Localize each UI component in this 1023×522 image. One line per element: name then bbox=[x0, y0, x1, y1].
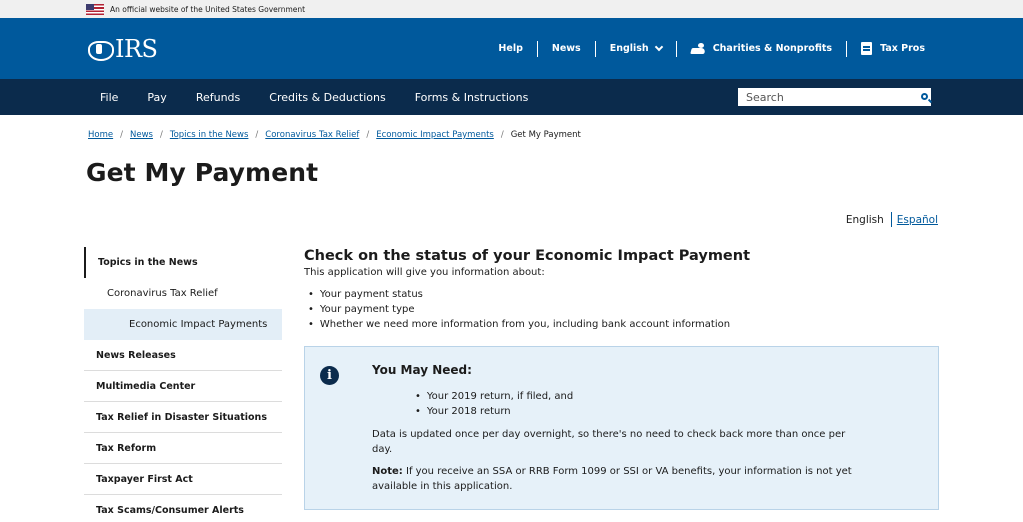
breadcrumb-home[interactable]: Home bbox=[88, 130, 113, 140]
content-heading: Check on the status of your Economic Imp… bbox=[304, 248, 751, 264]
list-item: Your payment status bbox=[304, 287, 938, 302]
sidebar-nav: Topics in the News Coronavirus Tax Relie… bbox=[84, 247, 282, 522]
main-content: Check on the status of your Economic Imp… bbox=[304, 248, 938, 332]
divider bbox=[890, 212, 892, 227]
sidebar-item-tax-relief-disaster[interactable]: Tax Relief in Disaster Situations bbox=[84, 402, 282, 433]
content-intro: This application will give you informati… bbox=[304, 267, 545, 278]
divider bbox=[675, 40, 677, 57]
irs-logo[interactable]: IRS bbox=[86, 35, 158, 63]
nav-credits-deductions[interactable]: Credits & Deductions bbox=[269, 91, 385, 104]
alert-list: Your 2019 return, if filed, and Your 201… bbox=[415, 389, 573, 419]
nav-forms-instructions[interactable]: Forms & Instructions bbox=[415, 91, 529, 104]
breadcrumb-separator: / bbox=[255, 130, 259, 140]
gov-banner: An official website of the United States… bbox=[0, 0, 1023, 18]
search-input[interactable] bbox=[746, 90, 916, 104]
help-link[interactable]: Help bbox=[498, 43, 522, 54]
sidebar-item-multimedia-center[interactable]: Multimedia Center bbox=[84, 371, 282, 402]
sidebar-item-tax-scams[interactable]: Tax Scams/Consumer Alerts bbox=[84, 495, 282, 522]
sidebar-item-news-releases[interactable]: News Releases bbox=[84, 340, 282, 371]
info-icon: i bbox=[320, 366, 339, 385]
breadcrumb-news[interactable]: News bbox=[130, 130, 153, 140]
nav-file[interactable]: File bbox=[100, 91, 118, 104]
breadcrumb-topics[interactable]: Topics in the News bbox=[170, 130, 249, 140]
breadcrumb-separator: / bbox=[120, 130, 123, 140]
breadcrumb-separator: / bbox=[366, 130, 370, 140]
breadcrumb: Home / News / Topics in the News / Coron… bbox=[88, 130, 581, 140]
logo-text: IRS bbox=[115, 34, 158, 63]
breadcrumb-coronavirus[interactable]: Coronavirus Tax Relief bbox=[265, 130, 359, 140]
divider bbox=[536, 40, 538, 57]
chevron-down-icon bbox=[654, 42, 663, 52]
info-list: Your payment status Your payment type Wh… bbox=[304, 287, 938, 332]
language-spanish-link[interactable]: Español bbox=[897, 214, 938, 226]
sidebar-item-topics-in-the-news[interactable]: Topics in the News bbox=[84, 247, 282, 278]
alert-title: You May Need: bbox=[372, 363, 472, 377]
note-label: Note: bbox=[372, 466, 403, 477]
tax-pros-link[interactable]: Tax Pros bbox=[861, 42, 925, 55]
list-item: Whether we need more information from yo… bbox=[304, 317, 938, 332]
alert-paragraph: Data is updated once per day overnight, … bbox=[372, 429, 846, 455]
heart-hand-icon bbox=[691, 43, 705, 54]
document-icon bbox=[861, 42, 873, 55]
sidebar-item-coronavirus-tax-relief[interactable]: Coronavirus Tax Relief bbox=[84, 278, 282, 309]
charities-link[interactable]: Charities & Nonprofits bbox=[691, 43, 832, 54]
sidebar-item-taxpayer-first-act[interactable]: Taxpayer First Act bbox=[84, 464, 282, 495]
search-box bbox=[738, 88, 931, 106]
info-alert-box: i You May Need: Your 2019 return, if fil… bbox=[304, 346, 939, 510]
us-flag-icon bbox=[86, 3, 104, 15]
divider bbox=[846, 40, 848, 57]
breadcrumb-eip[interactable]: Economic Impact Payments bbox=[376, 130, 494, 140]
tax-pros-label: Tax Pros bbox=[880, 43, 925, 54]
nav-pay[interactable]: Pay bbox=[147, 91, 166, 104]
list-item: Your payment type bbox=[304, 302, 938, 317]
nav-refunds[interactable]: Refunds bbox=[196, 91, 240, 104]
charities-label: Charities & Nonprofits bbox=[712, 43, 833, 54]
search-icon[interactable] bbox=[921, 93, 928, 100]
utility-nav: Help News English Charities & Nonprofits… bbox=[498, 18, 925, 79]
breadcrumb-separator: / bbox=[500, 130, 504, 140]
sidebar-item-economic-impact-payments[interactable]: Economic Impact Payments bbox=[84, 309, 282, 340]
gov-banner-text: An official website of the United States… bbox=[110, 4, 306, 14]
site-header: IRS Help News English Charities & Nonpro… bbox=[0, 18, 1023, 79]
breadcrumb-current: Get My Payment bbox=[510, 130, 581, 140]
list-item: Your 2018 return bbox=[415, 404, 573, 419]
alert-note: Note: If you receive an SSA or RRB Form … bbox=[372, 464, 862, 494]
eagle-icon bbox=[86, 38, 114, 61]
language-toggle: English Español bbox=[846, 212, 938, 227]
language-english: English bbox=[845, 213, 884, 226]
sidebar-item-tax-reform[interactable]: Tax Reform bbox=[84, 433, 282, 464]
note-text: If you receive an SSA or RRB Form 1099 o… bbox=[372, 466, 852, 492]
list-item: Your 2019 return, if filed, and bbox=[415, 389, 573, 404]
divider bbox=[594, 40, 596, 57]
news-link[interactable]: News bbox=[552, 43, 581, 54]
main-nav: File Pay Refunds Credits & Deductions Fo… bbox=[0, 79, 1023, 115]
breadcrumb-separator: / bbox=[159, 130, 163, 140]
language-dropdown[interactable]: English bbox=[609, 42, 663, 54]
page-title: Get My Payment bbox=[86, 158, 319, 187]
language-label: English bbox=[609, 43, 649, 54]
